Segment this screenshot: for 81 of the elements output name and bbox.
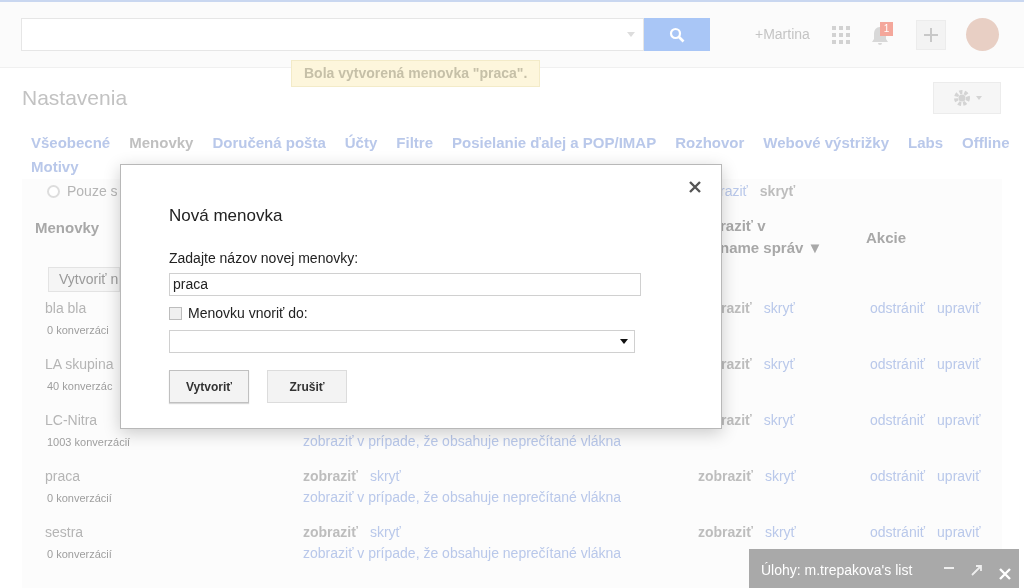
settings-tab[interactable]: Labs (908, 131, 943, 155)
radio-label: Pouze s (67, 181, 118, 201)
parent-label-select[interactable] (169, 330, 635, 353)
settings-tab[interactable]: Rozhovor (675, 131, 745, 155)
conversation-count: 0 konverzácií (47, 491, 112, 506)
action-link[interactable]: odstrániť (870, 354, 926, 375)
column-header: Menovky (35, 218, 100, 238)
show-if-unread-link[interactable]: zobraziť v prípade, že obsahuje neprečítané vlákna (303, 543, 622, 564)
tasks-title: Úlohy: m.trepakova's list (761, 561, 913, 578)
label-name: bla bla (45, 299, 87, 318)
label-name: LC-Nitra (45, 411, 98, 430)
action-link[interactable]: upraviť (937, 522, 981, 543)
show-label: raziť (721, 355, 752, 374)
plus-icon (923, 27, 938, 42)
hide-label: skryť (759, 181, 796, 201)
action-link[interactable]: odstrániť (870, 410, 926, 431)
hide-link[interactable]: skryť (369, 522, 401, 543)
hide-link[interactable]: skryť (764, 522, 796, 543)
settings-tab[interactable]: Doručená pošta (212, 131, 326, 155)
show-label: zobraziť (698, 467, 753, 486)
add-button[interactable] (915, 19, 946, 50)
close-icon[interactable] (999, 567, 1011, 580)
search-field[interactable] (21, 18, 644, 51)
settings-tab[interactable]: Webové výstrižky (763, 131, 889, 155)
settings-tab[interactable]: Motivy (31, 155, 79, 179)
dialog-title: Nová menovka (169, 205, 284, 227)
settings-button[interactable] (933, 82, 1001, 114)
show-if-unread-link[interactable]: zobraziť v prípade, že obsahuje neprečítané vlákna (303, 431, 622, 452)
avatar[interactable] (965, 18, 999, 51)
nest-checkbox[interactable] (169, 307, 182, 320)
action-link[interactable]: upraviť (937, 298, 981, 319)
search-button[interactable] (644, 18, 710, 51)
settings-tab[interactable]: Všeobecné (31, 131, 111, 155)
dialog-button[interactable]: Zrušiť (267, 370, 347, 403)
conversation-count: 0 konverzáci (47, 323, 109, 338)
show-label: zobraziť (303, 523, 358, 542)
action-link[interactable]: upraviť (937, 466, 981, 487)
settings-tab[interactable]: Posielanie ďalej a POP/IMAP (452, 131, 657, 155)
page-title: Nastavenia (22, 85, 128, 112)
action-link[interactable]: odstrániť (870, 522, 926, 543)
caret-icon (976, 96, 982, 100)
search-icon (669, 26, 685, 43)
action-link[interactable]: upraviť (937, 354, 981, 375)
caret-icon (627, 32, 635, 37)
show-label: zobraziť (698, 523, 753, 542)
conversation-count: 40 konverzác (47, 379, 113, 394)
label-name: LA skupina (45, 355, 114, 374)
hide-link[interactable]: skryť (369, 466, 401, 487)
action-link[interactable]: odstrániť (870, 298, 926, 319)
show-label: zobraziť (303, 467, 358, 486)
hide-link[interactable]: skryť (763, 410, 795, 431)
dialog-button[interactable]: Vytvoriť (169, 370, 249, 403)
radio-button[interactable] (47, 184, 60, 198)
settings-tab[interactable]: Menovky (129, 131, 194, 155)
settings-tab[interactable]: Účty (344, 131, 378, 155)
conversation-count: 0 konverzácií (47, 547, 112, 562)
caret-icon (620, 339, 628, 344)
apps-grid-icon[interactable] (831, 25, 850, 44)
label-name: praca (45, 467, 81, 486)
close-icon (689, 181, 701, 193)
show-if-unread-link[interactable]: zobraziť v prípade, že obsahuje neprečítané vlákna (303, 487, 622, 508)
gear-icon (952, 88, 972, 108)
action-link[interactable]: upraviť (937, 410, 981, 431)
column-header: Akcie (866, 228, 907, 248)
show-label: raziť (721, 411, 752, 430)
settings-tab[interactable]: Filtre (396, 131, 433, 155)
label-name: sestra (45, 523, 84, 542)
label-name-input[interactable]: praca (169, 272, 641, 296)
settings-tab[interactable]: Offline (962, 131, 1010, 155)
show-label: raziť (721, 299, 752, 318)
nest-label: Menovku vnoriť do: (188, 304, 308, 323)
action-link[interactable]: odstrániť (870, 466, 926, 487)
hide-link[interactable]: skryť (764, 466, 796, 487)
close-button[interactable] (687, 179, 703, 195)
name-label: Zadajte názov novej menovky: (169, 248, 360, 268)
hide-link[interactable]: skryť (763, 354, 795, 375)
notification-count: 1 (879, 21, 894, 36)
pop-out-icon[interactable] (971, 563, 983, 576)
hide-link[interactable]: skryť (763, 298, 795, 319)
conversation-count: 1003 konverzácií (47, 435, 131, 450)
create-label-button[interactable]: Vytvoriť n (48, 267, 120, 292)
